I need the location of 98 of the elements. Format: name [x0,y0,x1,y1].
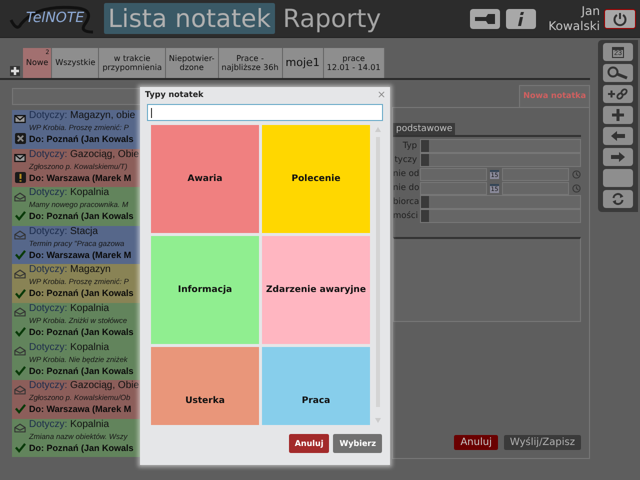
type-tile[interactable]: Informacja [151,236,259,344]
checkmark-icon [14,442,26,453]
scrollbar[interactable] [374,125,382,425]
toolbar-button[interactable] [603,148,633,166]
filter-tab[interactable]: Niepotwier- dzone [166,48,219,78]
clock-icon[interactable] [572,184,582,192]
toolbar-button[interactable] [603,64,633,82]
date-field[interactable] [420,182,487,194]
recipient-text: Do: Poznań (Jan Kowals [29,287,134,300]
select-field[interactable] [420,195,581,209]
select-field[interactable] [420,209,581,223]
search-icon [607,66,629,80]
search-field[interactable] [147,104,383,121]
recipient-text: Do: Poznań (Jan Kowals [29,210,134,222]
select-field[interactable] [420,153,581,167]
recipient-text: Do: Warszawa (Marek M [29,172,132,184]
user-name: Jan [582,4,600,18]
subject-text: Kopalnia [70,302,110,314]
nav-tab[interactable]: Lista notatek [104,3,275,34]
add-tab-icon[interactable] [10,66,20,76]
checkmark-icon [14,248,26,260]
toolbar-button[interactable] [603,127,633,145]
subject-label: Dotyczy: [29,110,68,121]
dialog-button[interactable]: Anuluj [288,434,330,453]
info-icon [516,10,526,26]
subject-text: Gazociąg, Obie [70,380,140,392]
recipient-text: Do: Poznań (Jan Kowals [29,133,135,145]
filter-tab[interactable]: Wszystkie [52,48,100,78]
field-label: tyczy [393,155,417,165]
arrow-right-icon [610,151,626,163]
subject-label: Dotyczy: [29,226,68,237]
time-field[interactable] [502,182,570,194]
plus-icon [611,108,625,122]
recipient-text: Do: Poznań (Jan Kowals [29,364,134,377]
subject-label: Dotyczy: [29,187,68,198]
add-link-icon [607,87,629,101]
toolbar-button[interactable] [603,106,633,124]
recipient-text: Do: Warszawa (Marek M [29,403,132,416]
filter-tab[interactable]: moje1 [282,48,324,78]
nav-tab[interactable]: Raporty [278,3,386,34]
subject-text: Gazociąg, Obie [70,148,140,160]
dialog-title: Typy notatek [145,90,204,99]
form-button[interactable]: Anuluj [454,435,498,450]
arrow-left-icon [610,130,626,142]
subject-label: Dotyczy: [29,380,68,392]
field-label: nie do [393,183,417,193]
checkmark-icon [14,288,26,299]
time-field[interactable] [502,168,570,180]
field-label: Typ [402,141,417,151]
subject-label: Dotyczy: [29,418,68,430]
close-icon[interactable] [378,91,385,98]
clock-icon[interactable] [572,170,582,178]
form-button[interactable]: Wyślij/Zapisz [504,435,581,450]
subject-label: Dotyczy: [29,148,68,160]
recipient-text: Do: Poznań (Jan Kowals [29,442,134,454]
filter-tab[interactable]: w trakcie przypomnienia [99,48,166,78]
text-area[interactable] [393,237,581,322]
checkmark-icon [14,326,26,338]
power-button[interactable] [604,8,636,28]
exclamation-icon [14,172,26,183]
recipient-text: Do: Warszawa (Marek M [29,248,132,261]
info-button[interactable] [506,8,536,28]
field-label: biorca [393,197,417,207]
checkmark-icon [14,210,26,222]
date-field[interactable] [420,168,487,180]
type-tile[interactable]: Awaria [151,125,259,233]
select-field[interactable] [420,139,581,153]
subject-text: Stacja [70,226,98,237]
field-label: nie od [393,169,417,179]
power-icon [612,10,628,26]
filter-tab[interactable]: Prace - najbliższe 36h [218,48,283,78]
dialog-button[interactable]: Wybierz [333,434,382,453]
recipient-text: Do: Poznań (Jan Kowals [29,326,134,338]
subject-text: Kopalnia [70,187,110,198]
subject-label: Dotyczy: [29,342,68,353]
subject-label: Dotyczy: [29,264,68,276]
filter-tab[interactable]: prace 12.01 - 14.01 [324,48,385,78]
type-tile[interactable]: Zdarzenie awaryjne [262,236,370,344]
x-mark-icon [14,133,26,144]
subject-text: Kopalnia [70,342,110,353]
user-name: Kowalski [548,18,600,34]
settings-button[interactable] [470,8,500,28]
type-tile[interactable]: Praca [262,347,370,425]
checkmark-icon [14,364,26,376]
subject-text: Magazyn [70,264,111,276]
subject-text: Magazyn, obie [70,110,136,121]
logo: TelNOTE [26,10,84,26]
checkmark-icon [14,403,26,414]
type-tile[interactable]: Polecenie [262,125,370,233]
toolbar-button[interactable] [603,190,633,208]
section-tab[interactable]: podstawowe [393,123,456,135]
toolbar-button[interactable] [603,85,633,103]
wrench-icon [473,12,498,26]
subject-text: Kopalnia [70,418,110,430]
refresh-icon [611,192,625,206]
field-label: mości [393,211,417,221]
type-tile[interactable]: Usterka [151,347,259,425]
subject-label: Dotyczy: [29,302,68,314]
